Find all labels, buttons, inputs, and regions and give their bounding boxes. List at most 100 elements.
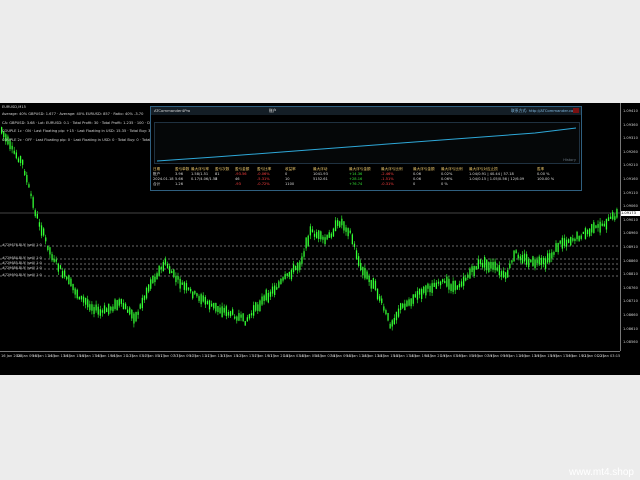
candle: [246, 317, 248, 322]
candle: [526, 254, 528, 265]
candle: [99, 309, 101, 316]
candle: [227, 311, 230, 316]
candle: [467, 274, 469, 278]
candle: [179, 278, 181, 289]
atcommander-panel[interactable]: ATCommander4Pro 账户 联系方式: http://ATComman…: [150, 106, 582, 191]
candle: [521, 255, 524, 264]
candle: [127, 309, 129, 313]
mt4-chart-window[interactable]: EURUSD,M15 Average: 40% GBPUSD: 1.677 · …: [0, 103, 640, 375]
candle: [286, 273, 288, 277]
candle: [108, 303, 110, 315]
candle: [166, 263, 169, 269]
stats-cell: -93.56: [235, 172, 247, 176]
candle: [22, 159, 24, 165]
candle: [381, 298, 383, 304]
candle: [82, 296, 85, 303]
candle: [496, 267, 498, 271]
candle: [318, 230, 320, 239]
candle: [316, 232, 318, 239]
price-axis[interactable]: 1.09410 1.09360 1.09310 1.09260 1.09210 1.091…: [620, 103, 640, 351]
candle: [565, 239, 568, 247]
candle: [173, 269, 175, 278]
candle: [80, 295, 83, 300]
candle: [297, 262, 299, 271]
candle: [507, 270, 509, 278]
stats-cell: 0.02%: [441, 172, 453, 176]
candle: [353, 243, 356, 247]
candle: [120, 298, 122, 304]
candle: [229, 311, 232, 317]
panel-contact-link[interactable]: 联系方式: http://ATCommander.com: [511, 109, 577, 113]
candle: [343, 221, 345, 231]
candle: [355, 250, 358, 260]
candle: [347, 228, 349, 237]
candle: [431, 283, 433, 293]
candle: [551, 252, 553, 259]
candle: [64, 270, 66, 277]
candle: [34, 210, 36, 217]
candle: [328, 232, 330, 238]
candle: [616, 209, 618, 218]
stats-cell: 1.26: [175, 182, 184, 186]
candle: [271, 286, 274, 294]
candle: [158, 265, 160, 276]
candle: [425, 285, 427, 296]
candle: [471, 266, 473, 273]
candle: [578, 236, 580, 241]
candle: [326, 234, 328, 240]
candle: [263, 295, 265, 301]
candle: [223, 307, 225, 313]
candle: [177, 276, 179, 280]
time-axis[interactable]: 16 Jan 2024 16 Jan 09:15 16 Jan 11:15 16 Ja…: [0, 351, 620, 362]
candle: [116, 300, 118, 311]
panel-titlebar[interactable]: ATCommander4Pro 账户 联系方式: http://ATComman…: [151, 107, 581, 115]
candle: [416, 291, 419, 300]
candle: [183, 282, 185, 290]
candle: [421, 289, 423, 299]
price-tick: 1.08760: [623, 285, 638, 290]
candle: [103, 305, 106, 314]
candle: [614, 216, 616, 220]
candle: [190, 288, 192, 292]
candle: [341, 218, 343, 226]
candle: [423, 286, 425, 293]
close-icon[interactable]: [573, 108, 579, 113]
candle: [135, 312, 137, 322]
symbol-label: EURUSD,M15: [2, 105, 26, 109]
stats-cell: +28.16: [349, 177, 363, 181]
stats-cell: 1041.93: [313, 172, 328, 176]
price-tick: 1.08710: [623, 299, 638, 304]
price-tick: 1.09110: [623, 190, 638, 195]
candle: [439, 281, 442, 286]
candle: [475, 266, 477, 270]
candle: [30, 193, 32, 197]
candle: [206, 301, 209, 304]
candle: [509, 263, 511, 269]
candle: [519, 256, 521, 261]
candle: [612, 212, 614, 220]
candle: [580, 235, 582, 239]
candle: [568, 239, 570, 243]
candle: [414, 294, 416, 298]
candle: [236, 316, 238, 321]
candle: [74, 288, 76, 295]
candle: [379, 296, 381, 301]
candle: [515, 250, 517, 254]
candle: [95, 304, 97, 311]
candle: [486, 259, 488, 271]
candle: [162, 261, 164, 272]
candle: [589, 228, 591, 236]
candle: [78, 296, 80, 300]
price-tick: 1.09310: [623, 136, 638, 141]
candle: [374, 280, 377, 290]
candle: [484, 257, 486, 268]
candle: [536, 259, 538, 263]
candle: [204, 297, 206, 305]
candle: [452, 281, 454, 292]
equity-footer: History: [563, 158, 576, 162]
candle: [259, 300, 261, 312]
candle: [154, 276, 156, 283]
candle: [389, 323, 391, 329]
candle: [311, 229, 314, 233]
stats-cell: 46: [235, 177, 240, 181]
